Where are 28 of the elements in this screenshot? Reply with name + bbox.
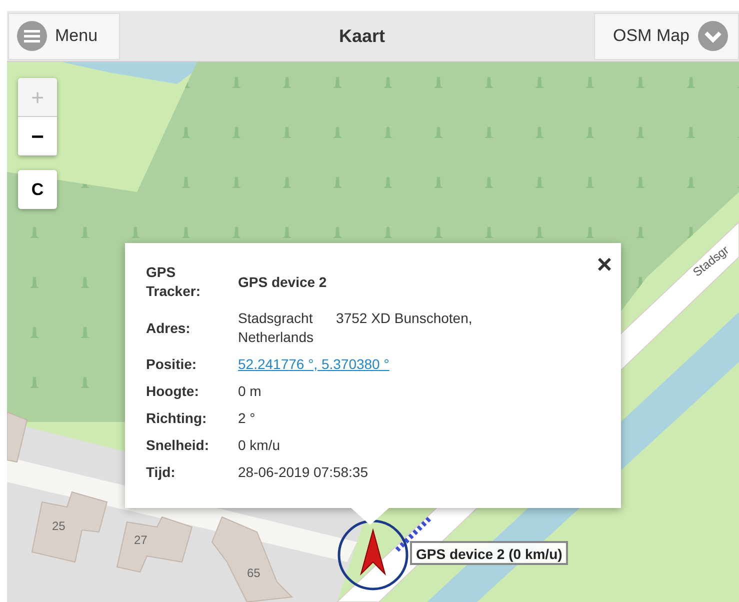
field-label: Hoogte: — [146, 382, 200, 401]
field-label: Adres: — [146, 318, 192, 338]
map-select[interactable]: OSM Map — [594, 12, 739, 60]
field-value: 0 km/u — [238, 436, 282, 455]
house-number: 25 — [52, 519, 66, 533]
field-value: Stadsgracht 3752 XD Bunschoten, Netherlands — [238, 309, 474, 347]
field-label: Tijd: — [146, 463, 176, 482]
marker-label: GPS device 2 (0 km/u) — [410, 541, 568, 565]
zoom-out-button[interactable]: − — [18, 117, 57, 156]
popup-tail — [350, 507, 390, 525]
house-number: 65 — [247, 566, 260, 580]
field-value: 0 m — [238, 382, 262, 401]
house-number: 27 — [134, 533, 148, 547]
field-value: GPS device 2 — [238, 272, 327, 292]
field-label: GPS Tracker: — [146, 263, 202, 301]
field-value: 28-06-2019 07:58:35 — [238, 463, 369, 482]
position-link[interactable]: 52.241776 °, 5.370380 ° — [238, 355, 390, 374]
field-value: 2 ° — [238, 409, 256, 428]
menu-button[interactable]: Menu — [8, 12, 120, 60]
close-button[interactable]: × — [596, 249, 612, 279]
field-label: Snelheid: — [146, 436, 210, 455]
page-title: Kaart — [338, 24, 386, 48]
field-label: Positie: — [146, 355, 198, 374]
menu-icon — [17, 21, 47, 51]
chevron-down-icon — [698, 21, 728, 51]
vehicle-marker[interactable] — [338, 520, 408, 590]
field-label: Richting: — [146, 409, 208, 428]
center-button[interactable]: C — [18, 170, 57, 209]
